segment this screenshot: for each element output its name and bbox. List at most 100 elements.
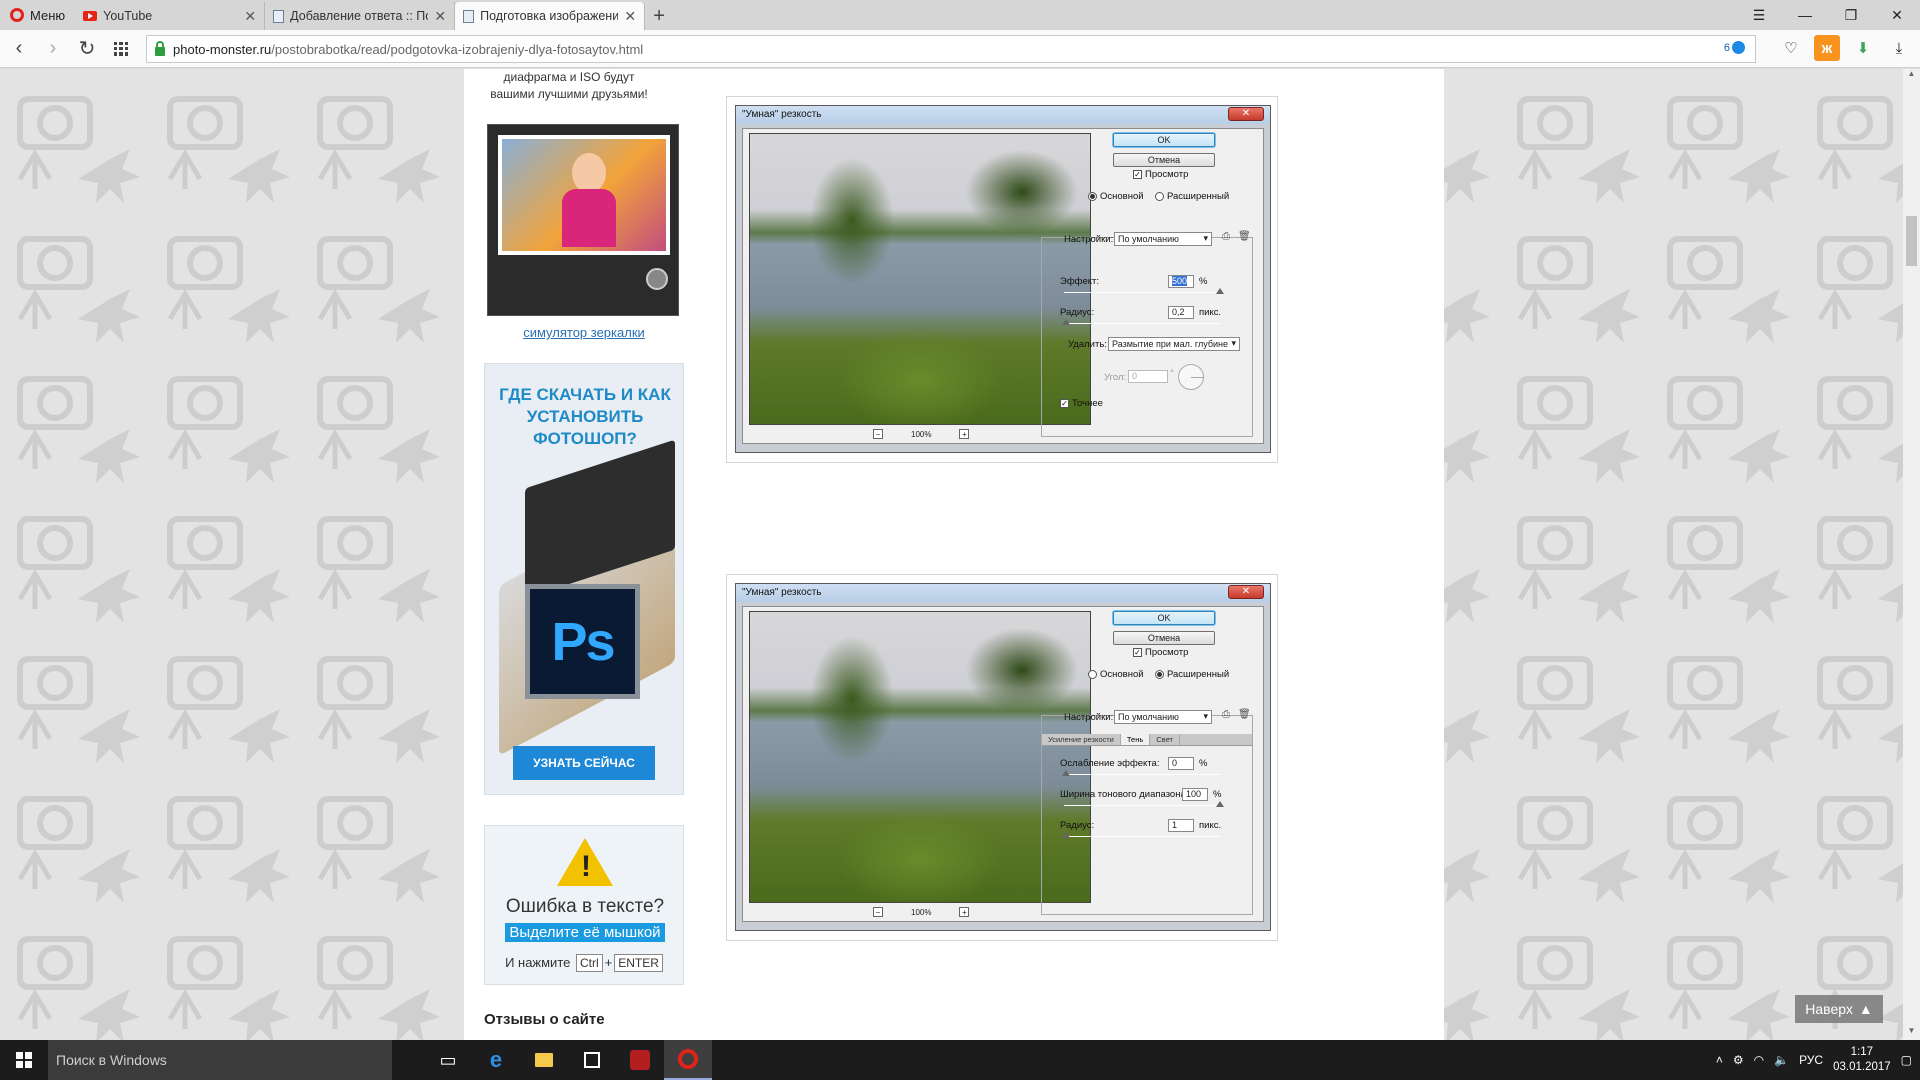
close-window-button[interactable]: ✕ xyxy=(1874,0,1920,30)
tab-sharpen[interactable]: Усиление резкости xyxy=(1042,734,1121,745)
dialog-close-button[interactable]: ✕ xyxy=(1228,107,1264,121)
cancel-button[interactable]: Отмена xyxy=(1113,153,1215,167)
settings-label: Настройки: xyxy=(1064,234,1114,245)
zoom-in-button[interactable]: + xyxy=(959,429,970,439)
simulator-link[interactable]: симулятор зеркалки xyxy=(484,325,684,340)
clock[interactable]: 1:17 03.01.2017 xyxy=(1833,1045,1891,1075)
basic-radio[interactable]: Основной xyxy=(1088,669,1144,680)
start-button[interactable] xyxy=(0,1040,48,1080)
simulator-image[interactable] xyxy=(487,124,679,316)
preview-checkbox[interactable]: ✓ Просмотр xyxy=(1133,647,1188,658)
learn-now-button[interactable]: УЗНАТЬ СЕЙЧАС xyxy=(513,746,655,780)
scrollbar-thumb[interactable] xyxy=(1906,216,1917,266)
zoom-in-button[interactable]: + xyxy=(959,907,970,917)
preview-photo xyxy=(749,133,1091,425)
scroll-up-arrow[interactable]: ▲ xyxy=(1903,69,1920,83)
fade-slider[interactable] xyxy=(1064,774,1220,775)
amount-slider[interactable] xyxy=(1064,292,1220,293)
advanced-radio[interactable]: Расширенный xyxy=(1155,669,1229,680)
odnoklassniki-icon[interactable]: ж xyxy=(1814,35,1840,61)
vpn-badge[interactable]: 6 xyxy=(1724,41,1745,54)
forward-button[interactable]: › xyxy=(38,34,68,64)
page-scrollbar[interactable]: ▲ ▼ xyxy=(1903,69,1920,1040)
tab-menu-icon[interactable]: ☰ xyxy=(1736,0,1782,30)
save-preset-icon[interactable]: ⎙ xyxy=(1222,231,1230,242)
radius-slider[interactable] xyxy=(1064,836,1220,837)
explorer-app[interactable] xyxy=(520,1040,568,1080)
amount-input[interactable]: 500 xyxy=(1168,275,1194,288)
camera-app[interactable] xyxy=(616,1040,664,1080)
close-tab-icon[interactable]: ✕ xyxy=(434,8,446,25)
edge-icon: e xyxy=(489,1047,503,1072)
store-app[interactable] xyxy=(568,1040,616,1080)
tonal-width-unit: % xyxy=(1213,789,1222,800)
advanced-tabs: Усиление резкости Тень Свет xyxy=(1042,734,1252,746)
fade-slider-thumb[interactable] xyxy=(1062,770,1070,776)
chevron-up-icon[interactable]: ˄ xyxy=(1716,1053,1723,1067)
zoom-out-button[interactable]: − xyxy=(873,907,883,917)
trash-icon[interactable]: 🗑 xyxy=(1238,231,1251,242)
task-view-button[interactable]: ▭ xyxy=(424,1040,472,1080)
ok-button[interactable]: OK xyxy=(1113,611,1215,625)
tab-answer[interactable]: Добавление ответа :: Пор ✕ xyxy=(265,2,456,30)
amount-slider-thumb[interactable] xyxy=(1216,288,1224,294)
reload-button[interactable]: ↻ xyxy=(72,34,102,64)
network-icon[interactable]: ⚙ xyxy=(1733,1053,1744,1067)
notifications-icon[interactable]: ▢ xyxy=(1901,1053,1912,1067)
photoshop-ad[interactable]: ГДЕ СКАЧАТЬ И КАК УСТАНОВИТЬ ФОТОШОП? Ps… xyxy=(484,363,684,795)
wifi-icon[interactable]: ◠ xyxy=(1754,1053,1764,1067)
close-tab-icon[interactable]: ✕ xyxy=(624,8,636,25)
settings-select[interactable]: По умолчанию xyxy=(1114,232,1212,246)
tonal-width-input[interactable]: 100 xyxy=(1182,788,1208,801)
volume-icon[interactable]: 🔈 xyxy=(1774,1053,1789,1067)
simulator-photo xyxy=(498,135,670,255)
back-to-top-button[interactable]: Наверх ▲ xyxy=(1795,995,1883,1023)
opera-app[interactable] xyxy=(664,1040,712,1080)
advanced-radio[interactable]: Расширенный xyxy=(1155,191,1229,202)
radius-slider-thumb[interactable] xyxy=(1062,319,1070,325)
url-field[interactable]: photo-monster.ru/postobrabotka/read/podg… xyxy=(146,35,1756,63)
remove-label: Удалить: xyxy=(1068,339,1107,350)
scroll-down-arrow[interactable]: ▼ xyxy=(1903,1026,1920,1040)
radius-slider[interactable] xyxy=(1064,323,1220,324)
save-preset-icon[interactable]: ⎙ xyxy=(1222,709,1230,720)
minimize-button[interactable]: — xyxy=(1782,0,1828,30)
angle-label: Угол: xyxy=(1104,372,1127,383)
language-indicator[interactable]: РУС xyxy=(1799,1053,1823,1067)
new-tab-button[interactable]: + xyxy=(645,2,673,30)
remove-select[interactable]: Размытие при мал. глубине xyxy=(1108,337,1240,351)
windows-search-box[interactable]: Поиск в Windows xyxy=(48,1040,392,1080)
speed-dial-button[interactable] xyxy=(106,34,136,64)
close-tab-icon[interactable]: ✕ xyxy=(244,8,256,25)
heart-icon[interactable]: ♡ xyxy=(1778,35,1804,61)
preview-checkbox[interactable]: ✓ Просмотр xyxy=(1133,169,1188,180)
cancel-button[interactable]: Отмена xyxy=(1113,631,1215,645)
store-icon xyxy=(584,1052,600,1068)
radius-slider-thumb[interactable] xyxy=(1062,832,1070,838)
tonal-width-slider-thumb[interactable] xyxy=(1216,801,1224,807)
opera-logo-icon xyxy=(10,8,24,22)
angle-unit: ° xyxy=(1170,368,1174,379)
fade-input[interactable]: 0 xyxy=(1168,757,1194,770)
settings-select[interactable]: По умолчанию xyxy=(1114,710,1212,724)
tab-image-prep[interactable]: Подготовка изображений ✕ xyxy=(455,2,646,30)
downloads-icon[interactable]: ⤓ xyxy=(1886,35,1912,61)
opera-menu-button[interactable]: Меню xyxy=(0,0,75,30)
radius-input[interactable]: 0,2 xyxy=(1168,306,1194,319)
more-accurate-checkbox[interactable]: ✓ Точнее xyxy=(1060,398,1103,409)
radius-input[interactable]: 1 xyxy=(1168,819,1194,832)
tab-highlight[interactable]: Свет xyxy=(1150,734,1180,745)
basic-radio[interactable]: Основной xyxy=(1088,191,1144,202)
tab-youtube[interactable]: YouTube ✕ xyxy=(75,2,266,30)
tonal-width-slider[interactable] xyxy=(1064,805,1220,806)
zoom-out-button[interactable]: − xyxy=(873,429,883,439)
dialog-close-button[interactable]: ✕ xyxy=(1228,585,1264,599)
download-extension-icon[interactable]: ⬇ xyxy=(1850,35,1876,61)
edge-app[interactable]: e xyxy=(472,1040,520,1080)
error-report-box: ! Ошибка в тексте? Выделите её мышкой И … xyxy=(484,825,684,985)
back-button[interactable]: ‹ xyxy=(4,34,34,64)
maximize-button[interactable]: ❐ xyxy=(1828,0,1874,30)
ok-button[interactable]: OK xyxy=(1113,133,1215,147)
tab-shadow[interactable]: Тень xyxy=(1120,734,1151,745)
trash-icon[interactable]: 🗑 xyxy=(1238,709,1251,720)
